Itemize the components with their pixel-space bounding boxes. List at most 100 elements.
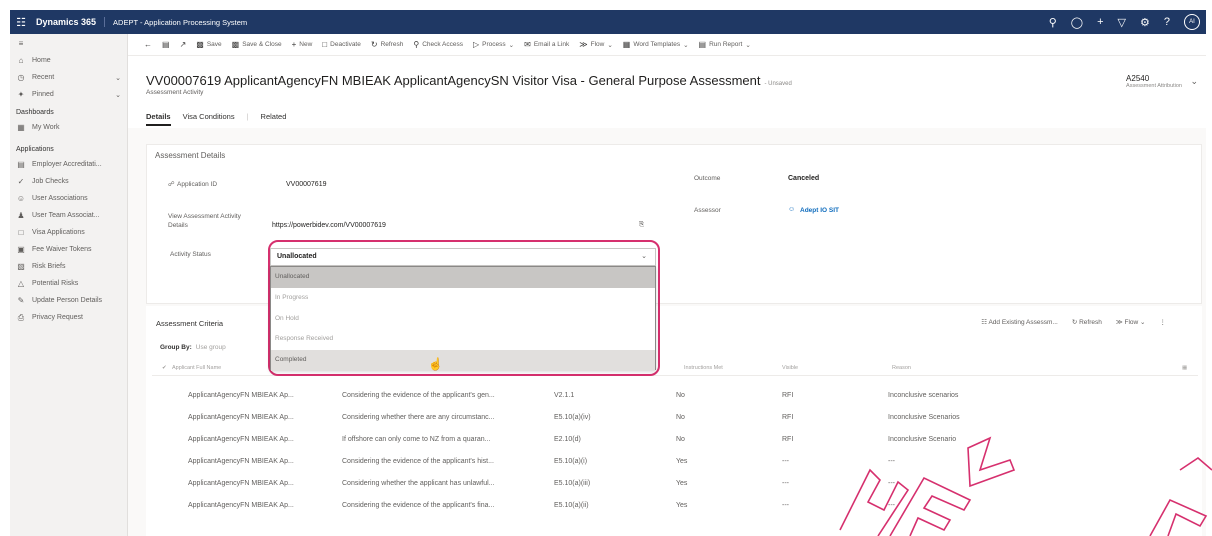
sidebar-item-label: Recent xyxy=(32,74,55,81)
outcome-value[interactable]: Canceled xyxy=(788,175,819,182)
lightbulb-icon[interactable]: ◯ xyxy=(1071,16,1083,29)
header-field-label: Assessment Attribution xyxy=(1126,83,1182,89)
avatar[interactable]: AI xyxy=(1184,14,1200,30)
column-header-visible[interactable]: Visible xyxy=(782,365,798,371)
hamburger-icon[interactable]: ≡ xyxy=(16,39,26,48)
table-row[interactable]: ApplicantAgencyFN MBIEAK Ap... Consideri… xyxy=(146,386,1206,406)
tab-related[interactable]: Related xyxy=(261,112,287,126)
chevron-down-icon[interactable]: ⌄ xyxy=(115,74,127,82)
option-response-received[interactable]: Response Received xyxy=(271,329,655,350)
check-access-button[interactable]: ⚲ Check Access xyxy=(413,40,463,49)
save-close-button[interactable]: ▩ Save & Close xyxy=(232,40,282,49)
help-icon[interactable]: ? xyxy=(1164,16,1170,28)
tab-visa-conditions[interactable]: Visa Conditions xyxy=(183,112,235,126)
cell-name[interactable]: ApplicantAgencyFN MBIEAK Ap... xyxy=(188,502,294,509)
filter-icon[interactable]: ▽ xyxy=(1118,16,1126,29)
entity-name: Assessment Activity xyxy=(146,89,204,96)
sidebar-item-pinned[interactable]: ✦ Pinned ⌄ xyxy=(10,86,127,103)
open-icon: ↗ xyxy=(179,40,187,49)
header-field-value: A2540 xyxy=(1126,74,1150,83)
application-id-label: Application ID xyxy=(177,181,218,188)
run-report-label: Run Report xyxy=(709,41,743,48)
sidebar-item-employer-accreditation[interactable]: ▤ Employer Accreditati... xyxy=(10,156,127,173)
cell-description: Considering the evidence of the applican… xyxy=(342,458,494,465)
assessor-label: Assessor xyxy=(694,207,721,214)
tab-details[interactable]: Details xyxy=(146,112,171,126)
group-by[interactable]: Group By: Use group xyxy=(160,344,226,351)
sidebar-item-recent[interactable]: ◷ Recent ⌄ xyxy=(10,69,127,86)
cell-name[interactable]: ApplicantAgencyFN MBIEAK Ap... xyxy=(188,458,294,465)
email-link-button[interactable]: ✉ Email a Link xyxy=(524,40,569,49)
sidebar-item-visa-applications[interactable]: □ Visa Applications xyxy=(10,224,127,241)
email-link-label: Email a Link xyxy=(533,41,570,48)
sidebar-item-update-person-details[interactable]: ✎ Update Person Details xyxy=(10,292,127,309)
header-field[interactable]: A2540 Assessment Attribution xyxy=(1126,74,1182,89)
hamburger-menu[interactable]: ≡ xyxy=(10,34,127,52)
sidebar-item-potential-risks[interactable]: △ Potential Risks xyxy=(10,275,127,292)
sidebar-item-label: User Team Associat... xyxy=(32,212,100,219)
sidebar-item-fee-waiver-tokens[interactable]: ▣ Fee Waiver Tokens xyxy=(10,241,127,258)
back-button[interactable]: ← xyxy=(144,40,152,49)
flow-button[interactable]: ≫ Flow ⌄ xyxy=(579,40,613,49)
waffle-icon[interactable]: ☷ xyxy=(10,16,32,29)
cell-name[interactable]: ApplicantAgencyFN MBIEAK Ap... xyxy=(188,436,294,443)
copy-icon[interactable]: ⎘ xyxy=(639,220,644,229)
sidebar-item-label: Visa Applications xyxy=(32,229,85,236)
application-id-value[interactable]: VV00007619 xyxy=(286,181,326,188)
deactivate-button[interactable]: □ Deactivate xyxy=(322,40,361,49)
flow-icon: ≫ xyxy=(579,40,588,49)
brief-icon: ▧ xyxy=(17,262,25,271)
column-header-applicant[interactable]: Applicant Full Name xyxy=(172,365,221,371)
settings-icon[interactable]: ⚙ xyxy=(1140,16,1150,29)
view-link-value[interactable]: https://powerbidev.com/VV00007619 xyxy=(272,222,386,229)
add-existing-button[interactable]: ☷ Add Existing Assessm... xyxy=(981,318,1058,326)
plus-icon[interactable]: + xyxy=(1097,16,1103,28)
sidebar-item-my-work[interactable]: ▦ My Work xyxy=(10,119,127,136)
cell-visible: RFI xyxy=(782,436,794,443)
form-icon: ▤ xyxy=(162,40,170,49)
checkmark-icon[interactable]: ✔ xyxy=(162,365,167,371)
save-button[interactable]: ▩ Save xyxy=(196,40,221,49)
option-on-hold[interactable]: On Hold xyxy=(271,309,655,330)
brand-name[interactable]: Dynamics 365 xyxy=(32,17,106,27)
cell-name[interactable]: ApplicantAgencyFN MBIEAK Ap... xyxy=(188,392,294,399)
sidebar-item-user-team-associations[interactable]: ♟ User Team Associat... xyxy=(10,207,127,224)
app-name[interactable]: ADEPT - Application Processing System xyxy=(105,18,247,27)
watermark-graphic xyxy=(839,436,1212,536)
run-report-button[interactable]: ▤ Run Report ⌄ xyxy=(699,40,751,49)
sidebar-item-label: Update Person Details xyxy=(32,297,103,304)
chevron-down-icon[interactable]: ⌄ xyxy=(641,252,647,260)
word-templates-button[interactable]: ▦ Word Templates ⌄ xyxy=(623,40,689,49)
process-button[interactable]: ▷ Process ⌄ xyxy=(473,40,514,49)
new-button[interactable]: + New xyxy=(292,40,313,49)
column-header-instructions-met[interactable]: Instructions Met xyxy=(684,365,723,371)
assessor-value[interactable]: Adept IO SIT xyxy=(800,207,839,214)
open-button[interactable]: ↗ xyxy=(180,40,187,49)
table-row[interactable]: ApplicantAgencyFN MBIEAK Ap... Consideri… xyxy=(146,408,1206,428)
column-settings-icon[interactable]: ▦ xyxy=(1182,365,1187,371)
refresh-button[interactable]: ↻ Refresh xyxy=(371,40,403,49)
cell-name[interactable]: ApplicantAgencyFN MBIEAK Ap... xyxy=(188,480,294,487)
option-in-progress[interactable]: In Progress xyxy=(271,288,655,309)
sidebar-item-privacy-request[interactable]: ⎙ Privacy Request xyxy=(10,309,127,326)
sidebar-item-risk-briefs[interactable]: ▧ Risk Briefs xyxy=(10,258,127,275)
sidebar-item-job-checks[interactable]: ✓ Job Checks xyxy=(10,173,127,190)
person-edit-icon: ✎ xyxy=(17,296,25,305)
activity-status-select[interactable]: Unallocated ⌄ xyxy=(270,248,656,266)
option-unallocated[interactable]: Unallocated xyxy=(271,267,655,288)
chevron-down-icon[interactable]: ⌄ xyxy=(1190,76,1198,87)
subgrid-refresh-button[interactable]: ↻ Refresh xyxy=(1072,318,1102,326)
sidebar-item-home[interactable]: ⌂ Home xyxy=(10,52,127,69)
chevron-down-icon: ⌄ xyxy=(683,41,689,49)
chevron-down-icon[interactable]: ⌄ xyxy=(115,91,127,99)
subgrid-flow-button[interactable]: ≫ Flow ⌄ xyxy=(1116,318,1146,326)
column-header-reason[interactable]: Reason xyxy=(892,365,911,371)
cell-name[interactable]: ApplicantAgencyFN MBIEAK Ap... xyxy=(188,414,294,421)
option-completed[interactable]: Completed xyxy=(271,350,655,371)
cell-reason: Inconclusive Scenarios xyxy=(888,414,960,421)
sidebar-item-user-associations[interactable]: ☺ User Associations xyxy=(10,190,127,207)
lock-icon: ☍ xyxy=(168,181,175,188)
more-icon[interactable]: ⋮ xyxy=(1160,318,1167,326)
form-button[interactable]: ▤ xyxy=(162,40,170,49)
search-icon[interactable]: ⚲ xyxy=(1049,16,1057,29)
